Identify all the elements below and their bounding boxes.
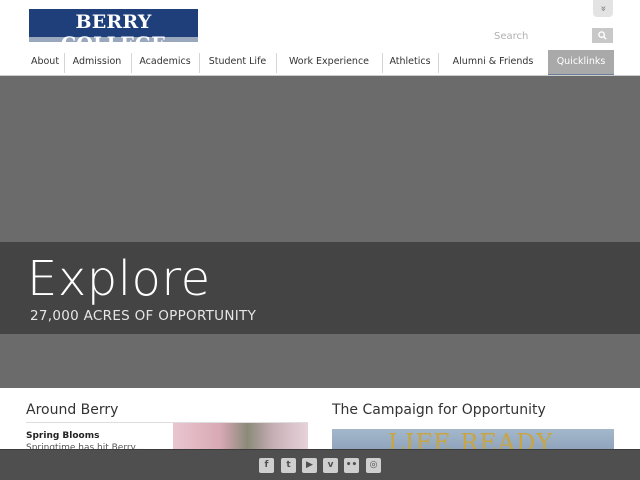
- instagram-icon[interactable]: ◎: [366, 458, 381, 473]
- nav-divider: [131, 53, 132, 73]
- social-links-bar: f t ▶ v •• ◎: [0, 449, 640, 480]
- news-story-title[interactable]: Spring Blooms: [26, 431, 99, 441]
- around-berry-heading: Around Berry: [26, 402, 119, 418]
- search-input[interactable]: [490, 28, 590, 44]
- search-button[interactable]: [592, 28, 613, 43]
- facebook-icon[interactable]: f: [259, 458, 274, 473]
- nav-athletics[interactable]: Athletics: [384, 50, 436, 76]
- hero-subtitle: 27,000 ACRES OF OPPORTUNITY: [30, 308, 257, 324]
- nav-student-life[interactable]: Student Life: [201, 50, 274, 76]
- nav-alumni-friends[interactable]: Alumni & Friends: [440, 50, 546, 76]
- nav-divider: [64, 53, 65, 73]
- search-icon: [598, 31, 607, 40]
- berry-college-logo[interactable]: BERRY COLLEGE: [29, 9, 198, 55]
- hero-title: Explore: [27, 251, 211, 307]
- nav-divider: [382, 53, 383, 73]
- expand-header-button[interactable]: »: [593, 0, 613, 17]
- nav-divider: [199, 53, 200, 73]
- nav-quicklinks[interactable]: Quicklinks: [548, 50, 614, 76]
- nav-divider: [438, 53, 439, 73]
- flickr-icon[interactable]: ••: [344, 458, 359, 473]
- nav-work-experience[interactable]: Work Experience: [278, 50, 380, 76]
- logo-text: BERRY COLLEGE: [61, 11, 166, 55]
- hero-banner[interactable]: Explore 27,000 ACRES OF OPPORTUNITY: [0, 76, 640, 388]
- nav-about[interactable]: About: [28, 50, 62, 76]
- nav-academics[interactable]: Academics: [133, 50, 197, 76]
- nav-admission[interactable]: Admission: [66, 50, 128, 76]
- youtube-icon[interactable]: ▶: [302, 458, 317, 473]
- campaign-heading: The Campaign for Opportunity: [332, 402, 546, 418]
- nav-divider: [276, 53, 277, 73]
- twitter-icon[interactable]: t: [281, 458, 296, 473]
- hero-caption-band: Explore 27,000 ACRES OF OPPORTUNITY: [0, 242, 640, 334]
- double-chevron-down-icon: »: [597, 5, 609, 12]
- vimeo-icon[interactable]: v: [323, 458, 338, 473]
